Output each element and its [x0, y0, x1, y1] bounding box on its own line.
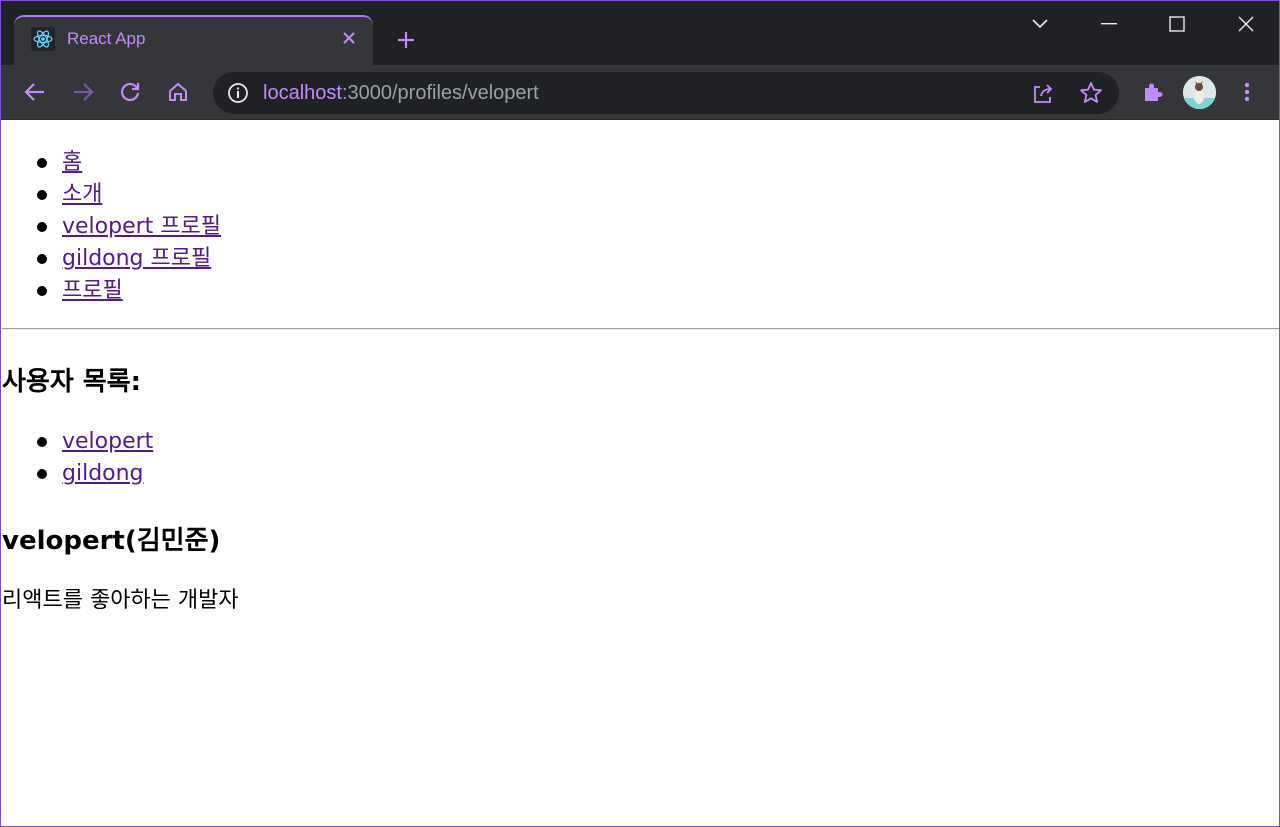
list-item: gildong — [2, 458, 153, 490]
profile-description: 리액트를 좋아하는 개발자 — [2, 588, 239, 613]
close-tab-icon[interactable] — [338, 27, 360, 49]
url-host: localhost — [263, 82, 342, 104]
nav-item-profiles: 프로필 — [2, 275, 221, 307]
user-link-gildong[interactable]: gildong — [62, 461, 144, 486]
back-arrow-icon[interactable] — [20, 77, 50, 107]
nav-item-gildong-profile: gildong 프로필 — [2, 243, 221, 275]
nav-item-velopert-profile: velopert 프로필 — [2, 211, 221, 243]
share-icon[interactable] — [1031, 82, 1055, 106]
forward-arrow-icon[interactable] — [68, 77, 98, 107]
url-path: :3000/profiles/velopert — [341, 82, 539, 104]
tab-search-chevron-down-icon[interactable] — [1025, 9, 1055, 39]
tab-title: React App — [67, 29, 146, 48]
new-tab-plus-icon[interactable] — [393, 27, 419, 53]
browser-window: React App localhost:3000/profiles/velope… — [0, 0, 1280, 827]
bookmark-star-icon[interactable] — [1079, 81, 1103, 105]
close-window-icon[interactable] — [1231, 9, 1261, 39]
page-content: 홈 소개 velopert 프로필 gildong 프로필 프로필 사용자 목록… — [2, 121, 1279, 826]
horizontal-divider — [2, 328, 1279, 330]
nav-link-profiles[interactable]: 프로필 — [62, 278, 123, 303]
profile-avatar[interactable] — [1183, 76, 1216, 109]
reload-icon[interactable] — [115, 77, 145, 107]
minimize-icon[interactable] — [1094, 9, 1124, 39]
nav-link-gildong-profile[interactable]: gildong 프로필 — [62, 246, 211, 271]
browser-toolbar: localhost:3000/profiles/velopert — [1, 65, 1279, 120]
tab-strip: React App — [1, 1, 1279, 65]
user-list-title: 사용자 목록: — [2, 367, 142, 397]
nav-list: 홈 소개 velopert 프로필 gildong 프로필 프로필 — [2, 147, 221, 307]
nav-link-home[interactable]: 홈 — [62, 150, 82, 175]
home-icon[interactable] — [163, 77, 193, 107]
user-list: velopert gildong — [2, 426, 153, 490]
react-atom-icon — [31, 27, 55, 51]
nav-link-velopert-profile[interactable]: velopert 프로필 — [62, 214, 221, 239]
site-info-icon[interactable] — [227, 82, 249, 104]
user-link-velopert[interactable]: velopert — [62, 429, 153, 454]
nav-item-home: 홈 — [2, 147, 221, 179]
nav-item-about: 소개 — [2, 179, 221, 211]
tab-react-app[interactable]: React App — [14, 15, 373, 65]
address-bar[interactable]: localhost:3000/profiles/velopert — [213, 72, 1119, 114]
profile-title: velopert(김민준) — [2, 526, 221, 556]
maximize-icon[interactable] — [1162, 9, 1192, 39]
url-text: localhost:3000/profiles/velopert — [263, 82, 539, 105]
extensions-puzzle-icon[interactable] — [1138, 77, 1168, 107]
list-item: velopert — [2, 426, 153, 458]
more-menu-icon[interactable] — [1232, 77, 1262, 107]
nav-link-about[interactable]: 소개 — [62, 182, 102, 207]
